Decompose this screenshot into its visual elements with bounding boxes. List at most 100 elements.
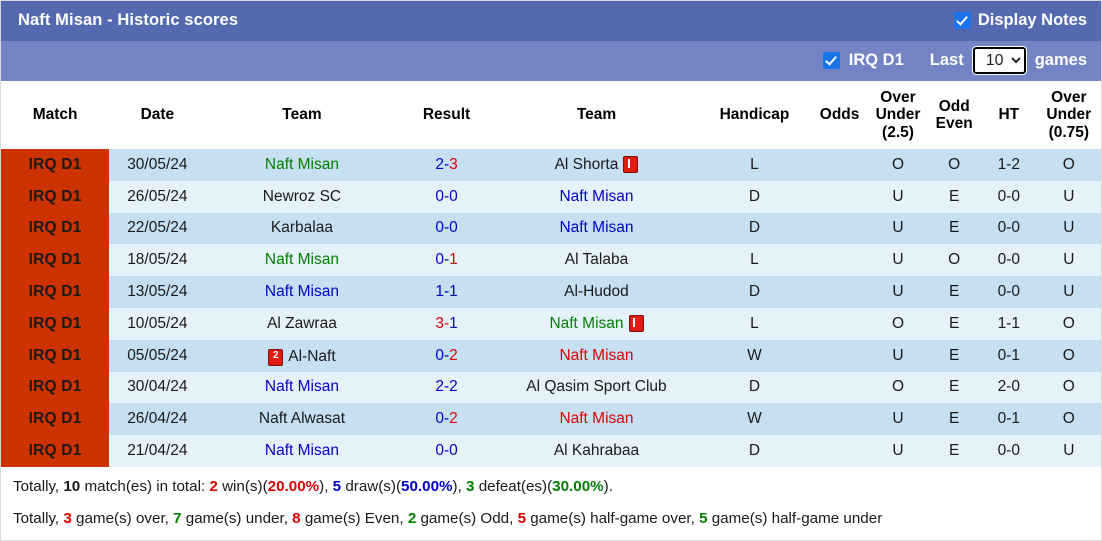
table-row[interactable]: IRQ D1 10/05/24 Al Zawraa 3-1 Naft Misan L O E 1… xyxy=(1,307,1101,340)
table-row[interactable]: IRQ D1 22/05/24 Karbalaa 0-0 Naft Misan D U E 0-… xyxy=(1,212,1101,245)
table-row[interactable]: IRQ D1 13/05/24 Naft Misan 1-1 Al-Hudod D U E 0-… xyxy=(1,276,1101,308)
cell-ht: 0-1 xyxy=(980,339,1037,372)
cell-away-team[interactable]: Naft Misan xyxy=(494,403,699,436)
col-odd-even[interactable]: Odd Even xyxy=(927,80,981,149)
col-over-under-075[interactable]: Over Under (0.75) xyxy=(1036,80,1101,149)
cell-ht: 0-0 xyxy=(980,435,1037,467)
cell-home-team[interactable]: Naft Alwasat xyxy=(205,403,399,436)
cell-odd-even: O xyxy=(927,244,981,277)
summary-under-text: game(s) under, xyxy=(181,509,293,527)
col-ht[interactable]: HT xyxy=(980,80,1037,149)
cell-result[interactable]: 0-0 xyxy=(398,435,495,467)
cell-away-team[interactable]: Naft Misan xyxy=(494,339,699,372)
cell-league[interactable]: IRQ D1 xyxy=(1,148,110,181)
table-row[interactable]: IRQ D1 30/05/24 Naft Misan 2-3 Al Shorta L O O 1… xyxy=(1,148,1101,181)
cell-league[interactable]: IRQ D1 xyxy=(1,435,110,467)
score-away: 2 xyxy=(449,378,458,396)
table-row[interactable]: IRQ D1 21/04/24 Naft Misan 0-0 Al Kahrabaa D U… xyxy=(1,435,1101,467)
col-date[interactable]: Date xyxy=(109,80,206,149)
cell-odd-even: E xyxy=(927,403,981,436)
cell-date: 18/05/24 xyxy=(109,244,206,277)
cell-result[interactable]: 0-1 xyxy=(398,244,495,277)
cell-result[interactable]: 0-2 xyxy=(398,403,495,436)
away-team-name: Al Kahrabaa xyxy=(553,442,640,460)
score-home: 0 xyxy=(435,219,444,237)
cell-home-team[interactable]: Newroz SC xyxy=(205,180,399,213)
cell-odd-even: O xyxy=(927,148,981,181)
cell-league[interactable]: IRQ D1 xyxy=(1,244,110,277)
games-count-select[interactable]: 10 xyxy=(971,46,1027,76)
cell-odd-even: E xyxy=(927,180,981,213)
col-over-under-25[interactable]: Over Under (2.5) xyxy=(868,80,928,149)
cell-away-team[interactable]: Al Kahrabaa xyxy=(494,435,699,467)
table-row[interactable]: IRQ D1 26/04/24 Naft Alwasat 0-2 Naft Misan W… xyxy=(1,403,1101,436)
table-row[interactable]: IRQ D1 18/05/24 Naft Misan 0-1 Al Talaba L U O 0… xyxy=(1,244,1101,277)
cell-home-team[interactable]: Al Zawraa xyxy=(205,307,399,340)
league-filter-checkbox[interactable] xyxy=(822,52,840,70)
cell-away-team[interactable]: Al-Hudod xyxy=(494,276,699,308)
cell-away-team[interactable]: Naft Misan xyxy=(494,180,699,213)
cell-home-team[interactable]: Naft Misan xyxy=(205,244,399,277)
cell-odd-even: E xyxy=(927,435,981,467)
cell-away-team[interactable]: Naft Misan xyxy=(494,212,699,245)
display-notes-checkbox[interactable] xyxy=(953,12,971,30)
away-team-name: Naft Misan xyxy=(559,346,634,364)
summary-defeats-text: defeat(es)( xyxy=(474,477,553,495)
cell-handicap: D xyxy=(698,276,811,308)
cell-league[interactable]: IRQ D1 xyxy=(1,339,110,372)
display-notes-control[interactable]: Display Notes xyxy=(953,11,1087,30)
cell-home-team[interactable]: Karbalaa xyxy=(205,212,399,245)
cell-handicap: D xyxy=(698,371,811,404)
cell-result[interactable]: 2-3 xyxy=(398,148,495,181)
cell-home-team[interactable]: Naft Misan xyxy=(205,276,399,308)
cell-away-team[interactable]: Al Talaba xyxy=(494,244,699,277)
last-games-control[interactable]: Last 10 games xyxy=(930,46,1087,76)
col-match[interactable]: Match xyxy=(1,80,110,149)
cell-handicap: W xyxy=(698,339,811,372)
col-home-team[interactable]: Team xyxy=(205,80,399,149)
cell-home-team[interactable]: Naft Misan xyxy=(205,435,399,467)
table-row[interactable]: IRQ D1 26/05/24 Newroz SC 0-0 Naft Misan D U E 0… xyxy=(1,180,1101,213)
cell-league[interactable]: IRQ D1 xyxy=(1,212,110,245)
cell-date: 26/04/24 xyxy=(109,403,206,436)
col-handicap[interactable]: Handicap xyxy=(698,80,811,149)
cell-league[interactable]: IRQ D1 xyxy=(1,180,110,213)
cell-result[interactable]: 0-2 xyxy=(398,339,495,372)
cell-date: 21/04/24 xyxy=(109,435,206,467)
score-away: 3 xyxy=(449,155,458,173)
cell-result[interactable]: 0-0 xyxy=(398,180,495,213)
cell-over-under-25: O xyxy=(868,307,928,340)
cell-home-team[interactable]: Naft Misan xyxy=(205,371,399,404)
cell-away-team[interactable]: Al Qasim Sport Club xyxy=(494,371,699,404)
cell-home-team[interactable]: Naft Misan xyxy=(205,148,399,181)
cell-over-under-25: O xyxy=(868,148,928,181)
cell-result[interactable]: 3-1 xyxy=(398,307,495,340)
away-team-name: Al Talaba xyxy=(564,251,629,269)
cell-result[interactable]: 1-1 xyxy=(398,276,495,308)
cell-odd-even: E xyxy=(927,339,981,372)
cell-league[interactable]: IRQ D1 xyxy=(1,307,110,340)
summary2-prefix: Totally, xyxy=(13,509,64,527)
col-result[interactable]: Result xyxy=(398,80,495,149)
cell-odds xyxy=(810,276,869,308)
cell-league[interactable]: IRQ D1 xyxy=(1,403,110,436)
cell-result[interactable]: 2-2 xyxy=(398,371,495,404)
cell-away-team[interactable]: Al Shorta xyxy=(494,148,699,181)
cell-over-under-25: U xyxy=(868,276,928,308)
summary-line-2: Totally, 3 game(s) over, 7 game(s) under… xyxy=(13,508,1089,530)
table-header-row: Match Date Team Result Team Handicap Odd… xyxy=(1,80,1101,149)
cell-away-team[interactable]: Naft Misan xyxy=(494,307,699,340)
col-ou075-line3: (0.75) xyxy=(1048,123,1090,141)
cell-odd-even: E xyxy=(927,307,981,340)
col-odds[interactable]: Odds xyxy=(810,80,869,149)
score-away: 2 xyxy=(449,346,458,364)
cell-league[interactable]: IRQ D1 xyxy=(1,276,110,308)
table-row[interactable]: IRQ D1 05/05/24 2 Al-Naft 0-2 Naft Misan W U E 0-… xyxy=(1,339,1101,372)
cell-date: 30/04/24 xyxy=(109,371,206,404)
table-row[interactable]: IRQ D1 30/04/24 Naft Misan 2-2 Al Qasim Spor… xyxy=(1,371,1101,404)
cell-league[interactable]: IRQ D1 xyxy=(1,371,110,404)
cell-result[interactable]: 0-0 xyxy=(398,212,495,245)
col-away-team[interactable]: Team xyxy=(494,80,699,149)
league-filter-control[interactable]: IRQ D1 xyxy=(822,51,904,70)
cell-home-team[interactable]: 2 Al-Naft xyxy=(205,339,399,372)
